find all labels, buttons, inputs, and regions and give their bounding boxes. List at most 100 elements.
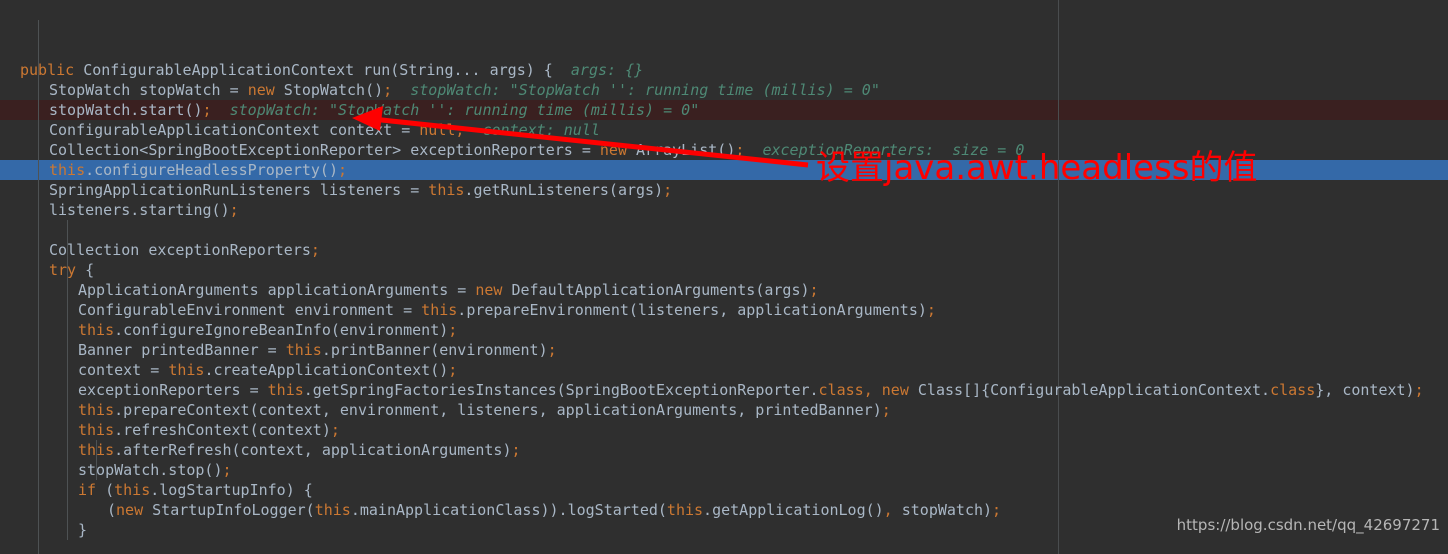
- code-line-text: Collection exceptionReporters;: [0, 240, 320, 260]
- code-token: this: [114, 481, 151, 499]
- code-line[interactable]: [0, 220, 1448, 240]
- code-token: listeners.starting(): [49, 201, 230, 219]
- code-token: ;: [547, 341, 557, 359]
- code-token: ;: [511, 441, 521, 459]
- code-token: ;: [1414, 381, 1424, 399]
- code-line-text: exceptionReporters = this.getSpringFacto…: [0, 380, 1424, 400]
- code-token: new: [599, 141, 627, 159]
- code-token: this: [285, 341, 322, 359]
- code-token: context: null: [464, 121, 600, 139]
- code-line-text: StopWatch stopWatch = new StopWatch(); s…: [0, 80, 880, 100]
- code-token: }, context): [1315, 381, 1415, 399]
- code-line[interactable]: public ConfigurableApplicationContext ru…: [0, 60, 1448, 80]
- code-line-text: try {: [0, 260, 94, 280]
- code-token: Banner printedBanner =: [78, 341, 286, 359]
- code-token: ;: [881, 401, 891, 419]
- code-token: exceptionReporters =: [78, 381, 268, 399]
- code-token: stopWatch: "StopWatch '': running time (…: [211, 101, 700, 119]
- code-token: ArrayList(): [626, 141, 736, 159]
- code-token: (: [107, 501, 117, 519]
- code-lines[interactable]: public ConfigurableApplicationContext ru…: [0, 60, 1448, 554]
- code-line-text: this.configureHeadlessProperty();: [0, 160, 347, 180]
- code-line[interactable]: ApplicationArguments applicationArgument…: [0, 280, 1448, 300]
- code-line-text: }: [0, 520, 87, 540]
- code-token: .prepareEnvironment(listeners, applicati…: [457, 301, 927, 319]
- code-line-text: ConfigurableEnvironment environment = th…: [0, 300, 936, 320]
- code-line[interactable]: stopWatch.stop();: [0, 460, 1448, 480]
- code-token: args: {}: [552, 61, 644, 79]
- code-line-text: listeners.starting();: [0, 200, 239, 220]
- code-line-text: context = this.createApplicationContext(…: [0, 360, 457, 380]
- code-line[interactable]: ConfigurableApplicationContext context =…: [0, 120, 1448, 140]
- code-token: null: [419, 121, 456, 139]
- code-token: .getRunListeners(args): [464, 181, 664, 199]
- code-token: .mainApplicationClass)).logStarted(: [350, 501, 667, 519]
- code-line-text: stopWatch.start(); stopWatch: "StopWatch…: [0, 100, 699, 120]
- code-token: ;: [448, 321, 458, 339]
- code-token: Collection<SpringBootExceptionReporter> …: [49, 141, 600, 159]
- code-token: ;: [229, 201, 239, 219]
- code-line-text: Banner printedBanner = this.printBanner(…: [0, 340, 557, 360]
- code-token: if: [78, 481, 97, 499]
- code-line[interactable]: exceptionReporters = this.getSpringFacto…: [0, 380, 1448, 400]
- code-line[interactable]: this.prepareContext(context, environment…: [0, 400, 1448, 420]
- code-token: ;: [338, 161, 348, 179]
- code-line[interactable]: Collection exceptionReporters;: [0, 240, 1448, 260]
- code-line-text: if (this.logStartupInfo) {: [0, 480, 313, 500]
- code-token: StopWatch stopWatch =: [49, 81, 248, 99]
- code-line-text: ConfigurableApplicationContext context =…: [0, 120, 600, 140]
- code-line[interactable]: Banner printedBanner = this.printBanner(…: [0, 340, 1448, 360]
- code-token: stopWatch: "StopWatch '': running time (…: [392, 81, 880, 99]
- code-token: (: [96, 481, 115, 499]
- code-token: ;: [222, 461, 232, 479]
- code-token: class: [818, 381, 864, 399]
- code-line[interactable]: try {: [0, 260, 1448, 280]
- code-token: this: [49, 161, 86, 179]
- code-token: DefaultApplicationArguments(args): [502, 281, 810, 299]
- code-token: ,: [863, 381, 882, 399]
- code-line[interactable]: this.configureIgnoreBeanInfo(environment…: [0, 320, 1448, 340]
- code-token: stopWatch): [901, 501, 993, 519]
- code-token: Class[]{ConfigurableApplicationContext.: [908, 381, 1271, 399]
- code-editor[interactable]: public ConfigurableApplicationContext ru…: [0, 0, 1448, 554]
- code-line[interactable]: this.refreshContext(context);: [0, 420, 1448, 440]
- code-token: this: [421, 301, 458, 319]
- code-token: ConfigurableEnvironment environment =: [78, 301, 422, 319]
- code-line[interactable]: StopWatch stopWatch = new StopWatch(); s…: [0, 80, 1448, 100]
- code-token: ;: [992, 501, 1002, 519]
- code-token: .refreshContext(context): [114, 421, 331, 439]
- code-token: .configureHeadlessProperty(): [85, 161, 338, 179]
- code-line[interactable]: if (this.logStartupInfo) {: [0, 480, 1448, 500]
- code-token: this: [428, 181, 465, 199]
- code-token: StopWatch(): [274, 81, 384, 99]
- code-token: public: [20, 61, 75, 79]
- code-token: .printBanner(environment): [321, 341, 548, 359]
- code-token: ,: [883, 501, 902, 519]
- code-token: StartupInfoLogger(: [143, 501, 315, 519]
- code-line-background: [0, 220, 1448, 240]
- code-token: Collection exceptionReporters: [49, 241, 311, 259]
- code-line[interactable]: this.afterRefresh(context, applicationAr…: [0, 440, 1448, 460]
- code-token: .configureIgnoreBeanInfo(environment): [114, 321, 449, 339]
- code-line[interactable]: stopWatch.start(); stopWatch: "StopWatch…: [0, 100, 1448, 120]
- code-line[interactable]: context = this.createApplicationContext(…: [0, 360, 1448, 380]
- code-token: .afterRefresh(context, applicationArgume…: [114, 441, 512, 459]
- code-token: this: [666, 501, 704, 519]
- code-line[interactable]: ConfigurableEnvironment environment = th…: [0, 300, 1448, 320]
- code-token: this: [78, 321, 115, 339]
- code-token: ;: [448, 361, 458, 379]
- code-line-text: this.afterRefresh(context, applicationAr…: [0, 440, 521, 460]
- code-token: try: [49, 261, 77, 279]
- code-line[interactable]: listeners.starting();: [0, 200, 1448, 220]
- code-token: ConfigurableApplicationContext context =: [49, 121, 420, 139]
- code-token: ApplicationArguments applicationArgument…: [78, 281, 476, 299]
- watermark-url: https://blog.csdn.net/qq_42697271: [1176, 516, 1440, 534]
- code-line-text: this.prepareContext(context, environment…: [0, 400, 891, 420]
- code-line[interactable]: [0, 540, 1448, 554]
- code-token: this: [314, 501, 351, 519]
- code-token: .logStartupInfo) {: [150, 481, 313, 499]
- code-token: new: [475, 281, 503, 299]
- code-token: this: [168, 361, 205, 379]
- code-token: context =: [78, 361, 169, 379]
- code-token: ;: [926, 301, 936, 319]
